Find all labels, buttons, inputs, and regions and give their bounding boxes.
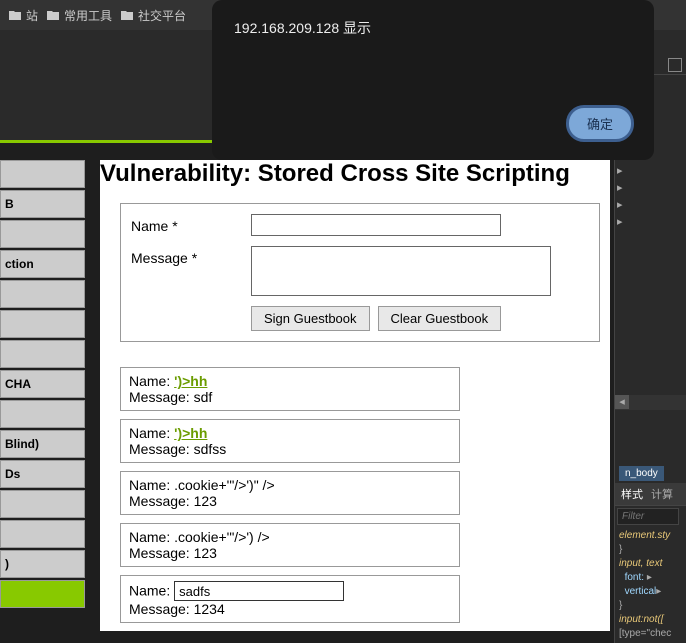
- entry-name-line: Name: .cookie+'"/>') />: [129, 529, 451, 545]
- alert-title: 192.168.209.128 显示: [234, 18, 632, 38]
- entry-name-input[interactable]: [174, 581, 344, 601]
- message-textarea[interactable]: [251, 246, 551, 296]
- bookmark-label: 常用工具: [64, 7, 112, 24]
- bookmark-label: 站: [26, 7, 38, 24]
- code-line: }: [619, 599, 682, 613]
- sidebar-item[interactable]: [0, 400, 85, 428]
- tab-styles[interactable]: 样式: [621, 486, 643, 502]
- clear-guestbook-button[interactable]: Clear Guestbook: [378, 306, 502, 331]
- tree-arrow-icon[interactable]: ▸: [617, 198, 684, 211]
- tree-arrow-icon[interactable]: ▸: [617, 215, 684, 228]
- sidebar-item[interactable]: [0, 490, 85, 518]
- page-title: Vulnerability: Stored Cross Site Scripti…: [100, 160, 610, 188]
- guestbook-entries: Name: ')>hhMessage: sdfName: ')>hhMessag…: [120, 367, 610, 623]
- guestbook-entry: Name: ')>hhMessage: sdf: [120, 367, 460, 411]
- sidebar-item[interactable]: B: [0, 190, 85, 218]
- entry-name-line: Name:: [129, 581, 451, 601]
- devtools-breadcrumb[interactable]: n_body: [619, 466, 664, 481]
- devtools-scrollbar[interactable]: ◂: [615, 395, 686, 410]
- code-line: }: [619, 543, 682, 557]
- name-input[interactable]: [251, 214, 501, 236]
- tree-arrow-icon[interactable]: ▸: [617, 164, 684, 177]
- guestbook-entry: Name: Message: 1234: [120, 575, 460, 623]
- bookmark-item[interactable]: 常用工具: [46, 7, 112, 24]
- devtools-filter-input[interactable]: [617, 508, 679, 525]
- code-line: element.sty: [619, 529, 682, 543]
- sidebar-item[interactable]: [0, 220, 85, 248]
- devtools-tabs: 样式 计算: [615, 483, 686, 506]
- bookmark-item[interactable]: 社交平台: [120, 7, 186, 24]
- entry-message-line: Message: 123: [129, 545, 451, 561]
- sign-guestbook-button[interactable]: Sign Guestbook: [251, 306, 370, 331]
- tab-computed[interactable]: 计算: [651, 486, 673, 502]
- main-content: Vulnerability: Stored Cross Site Scripti…: [100, 160, 610, 631]
- code-line: [type="chec: [619, 627, 682, 641]
- alert-dialog: 192.168.209.128 显示 确定: [212, 0, 654, 160]
- bookmark-label: 社交平台: [138, 7, 186, 24]
- sidebar-item[interactable]: [0, 580, 85, 608]
- sidebar-item[interactable]: [0, 160, 85, 188]
- message-label: Message *: [131, 246, 251, 266]
- sidebar-item[interactable]: CHA: [0, 370, 85, 398]
- name-label: Name *: [131, 214, 251, 234]
- sidebar-item[interactable]: Ds: [0, 460, 85, 488]
- sidebar-item[interactable]: Blind): [0, 430, 85, 458]
- sidebar-item[interactable]: [0, 280, 85, 308]
- folder-icon: [46, 8, 60, 22]
- entry-name-link[interactable]: ')>hh: [174, 373, 207, 389]
- devtools-code: element.sty}input, text font: ▸ vertical…: [615, 527, 686, 643]
- entry-message-line: Message: sdfss: [129, 441, 451, 457]
- sidebar-item[interactable]: [0, 340, 85, 368]
- entry-message-line: Message: sdf: [129, 389, 451, 405]
- entry-name-line: Name: ')>hh: [129, 373, 451, 389]
- entry-name-link[interactable]: ')>hh: [174, 425, 207, 441]
- tree-arrow-icon[interactable]: ▸: [617, 181, 684, 194]
- sidebar-item[interactable]: [0, 520, 85, 548]
- entry-name-line: Name: .cookie+'"/>')" />: [129, 477, 451, 493]
- code-line: input:not([: [619, 613, 682, 627]
- guestbook-entry: Name: ')>hhMessage: sdfss: [120, 419, 460, 463]
- scroll-left-icon[interactable]: ◂: [615, 395, 629, 409]
- folder-icon: [8, 8, 22, 22]
- code-line: input, text: [619, 557, 682, 571]
- sidebar-nav: Bction CHA Blind)Ds): [0, 160, 85, 610]
- entry-message-line: Message: 123: [129, 493, 451, 509]
- entry-message-line: Message: 1234: [129, 601, 451, 617]
- guestbook-entry: Name: .cookie+'"/>') />Message: 123: [120, 523, 460, 567]
- sidebar-item[interactable]: ): [0, 550, 85, 578]
- sidebar-item[interactable]: [0, 310, 85, 338]
- devtools-dock-icon[interactable]: [668, 58, 682, 72]
- guestbook-form: Name * Message * Sign Guestbook Clear Gu…: [120, 203, 600, 342]
- sidebar-item[interactable]: ction: [0, 250, 85, 278]
- code-line: font: ▸: [619, 571, 682, 585]
- guestbook-entry: Name: .cookie+'"/>')" />Message: 123: [120, 471, 460, 515]
- code-line: vertical▸: [619, 585, 682, 599]
- folder-icon: [120, 8, 134, 22]
- bookmark-item[interactable]: 站: [8, 7, 38, 24]
- alert-ok-button[interactable]: 确定: [566, 105, 634, 142]
- entry-name-line: Name: ')>hh: [129, 425, 451, 441]
